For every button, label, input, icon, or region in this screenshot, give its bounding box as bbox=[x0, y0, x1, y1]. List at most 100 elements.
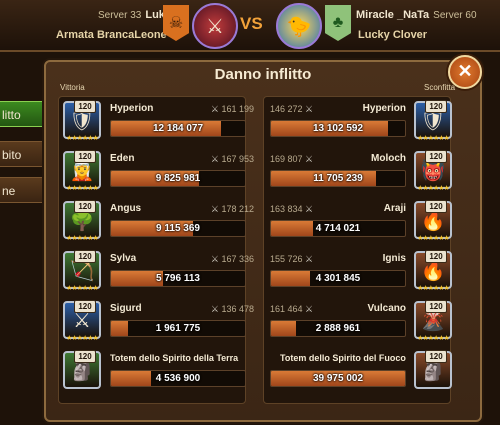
hero-power-value: 163 834 bbox=[270, 204, 303, 214]
fire-totem-portrait[interactable]: 🗿 120 bbox=[414, 350, 452, 389]
hero-name: Hyperion bbox=[110, 103, 154, 114]
angus-portrait[interactable]: 🌳 120 ★★★★★★ bbox=[63, 200, 101, 242]
sigurd-portrait[interactable]: ⚔ 120 ★★★★★★ bbox=[63, 300, 101, 342]
hyperion-portrait[interactable]: 🛡 120 ★★★★★★ bbox=[63, 100, 101, 142]
damage-value: 12 184 077 bbox=[152, 123, 204, 134]
right-player-line: Miracle _NaTa Server 60 bbox=[356, 9, 477, 21]
hero-row-right[interactable]: 146 272 ⚔ Hyperion 13 102 592 🛡 120 ★★★★… bbox=[268, 100, 453, 145]
hero-name: Moloch bbox=[371, 153, 406, 164]
crossed-swords-icon: ⚔ bbox=[302, 254, 314, 264]
level-badge: 120 bbox=[74, 350, 96, 363]
tab-third[interactable]: ne bbox=[0, 177, 44, 203]
totem-row-left[interactable]: 🗿 120 Totem dello Spirito della Terra 4 … bbox=[63, 350, 248, 395]
vulcano-portrait[interactable]: 🌋 120 ★★★★★★ bbox=[414, 300, 452, 342]
star-rating: ★★★★★★ bbox=[66, 335, 99, 342]
damage-bar: 11 705 239 bbox=[270, 170, 406, 187]
crossed-swords-icon: ⚔ bbox=[302, 154, 314, 164]
hyperion-portrait[interactable]: 🛡 120 ★★★★★★ bbox=[414, 100, 452, 142]
tab-damage-dealt-label: litto bbox=[2, 108, 21, 122]
damage-value: 9 115 369 bbox=[156, 223, 200, 234]
damage-bar: 13 102 592 bbox=[270, 120, 406, 137]
damage-bar: 9 825 981 bbox=[110, 170, 246, 187]
moloch-portrait[interactable]: 👹 120 ★★★★★★ bbox=[414, 150, 452, 192]
vs-label: VS bbox=[240, 14, 263, 33]
crossed-swords-icon: ⚔ bbox=[302, 104, 314, 114]
hero-row-right[interactable]: 161 464 ⚔ Vulcano 2 888 961 🌋 120 ★★★★★★ bbox=[268, 300, 453, 345]
hero-power: 161 464 ⚔ bbox=[270, 304, 313, 315]
star-rating: ★★★★★★ bbox=[66, 235, 99, 242]
hero-row-left[interactable]: 🧝 120 ★★★★★★ Eden ⚔ 167 953 9 825 981 bbox=[63, 150, 254, 195]
left-guild-name: Armata BrancaLeone bbox=[56, 29, 167, 41]
level-badge: 120 bbox=[425, 200, 447, 213]
earth-totem-portrait[interactable]: 🗿 120 bbox=[63, 350, 101, 389]
hero-power-value: 136 478 bbox=[221, 304, 254, 314]
damage-bar: 4 301 845 bbox=[270, 270, 406, 287]
hero-power: 155 726 ⚔ bbox=[270, 254, 313, 265]
hero-power: ⚔ 167 953 bbox=[211, 154, 254, 165]
hero-row-left[interactable]: 🛡 120 ★★★★★★ Hyperion ⚔ 161 199 12 184 0… bbox=[63, 100, 254, 145]
left-server: Server 33 bbox=[98, 10, 142, 21]
damage-bar: 1 961 775 bbox=[110, 320, 246, 337]
hero-name: Sylva bbox=[110, 253, 137, 264]
bird-avatar-icon: 🐤 bbox=[286, 15, 312, 38]
damage-value: 9 825 981 bbox=[155, 173, 201, 184]
hero-name: Eden bbox=[110, 153, 135, 164]
hero-row-right[interactable]: 155 726 ⚔ Ignis 4 301 845 🔥 120 ★★★★★★ bbox=[268, 250, 453, 295]
left-player-name: Luk bbox=[145, 9, 165, 21]
right-player-name: Miracle _NaTa bbox=[356, 9, 430, 21]
level-badge: 120 bbox=[74, 100, 96, 113]
hero-power-value: 178 212 bbox=[221, 204, 254, 214]
right-guild-banner: ♣ bbox=[325, 5, 351, 41]
hero-row-left[interactable]: ⚔ 120 ★★★★★★ Sigurd ⚔ 136 478 1 961 775 bbox=[63, 300, 254, 345]
skull-icon: ☠ bbox=[168, 15, 184, 32]
star-rating: ★★★★★★ bbox=[417, 235, 450, 242]
damage-bar: 39 975 002 bbox=[270, 370, 406, 387]
hero-power: ⚔ 161 199 bbox=[211, 104, 254, 115]
star-rating: ★★★★★★ bbox=[66, 135, 99, 142]
eden-portrait[interactable]: 🧝 120 ★★★★★★ bbox=[63, 150, 101, 192]
hero-power: 163 834 ⚔ bbox=[270, 204, 313, 215]
star-rating: ★★★★★★ bbox=[66, 185, 99, 192]
star-rating: ★★★★★★ bbox=[417, 135, 450, 142]
hero-row-left[interactable]: 🏹 120 ★★★★★★ Sylva ⚔ 167 336 5 796 113 bbox=[63, 250, 254, 295]
tab-third-label: ne bbox=[2, 184, 16, 198]
totem-row-right[interactable]: Totem dello Spirito del Fuoco 39 975 002… bbox=[268, 350, 453, 395]
crossed-swords-icon: ⚔ bbox=[302, 304, 314, 314]
damage-value: 13 102 592 bbox=[312, 123, 364, 134]
damage-bar: 4 714 021 bbox=[270, 220, 406, 237]
totem-name: Totem dello Spirito del Fuoco bbox=[280, 353, 406, 363]
hero-name: Vulcano bbox=[367, 303, 406, 314]
hero-power-value: 167 336 bbox=[221, 254, 254, 264]
right-player-avatar[interactable]: 🐤 bbox=[276, 3, 322, 49]
crossed-swords-icon: ⚔ bbox=[210, 204, 222, 214]
damage-bar: 4 536 900 bbox=[110, 370, 246, 387]
star-rating: ★★★★★★ bbox=[417, 185, 450, 192]
hero-row-right[interactable]: 169 807 ⚔ Moloch 11 705 239 👹 120 ★★★★★★ bbox=[268, 150, 453, 195]
hero-power-value: 155 726 bbox=[270, 254, 303, 264]
hero-power: ⚔ 136 478 bbox=[211, 304, 254, 315]
hero-power-value: 167 953 bbox=[221, 154, 254, 164]
panel-title: Danno inflitto bbox=[214, 66, 312, 83]
left-result-label: Vittoria bbox=[60, 83, 85, 92]
level-badge: 120 bbox=[425, 100, 447, 113]
level-badge: 120 bbox=[74, 300, 96, 313]
level-badge: 120 bbox=[425, 300, 447, 313]
totem-name: Totem dello Spirito della Terra bbox=[110, 353, 239, 363]
damage-bar: 2 888 961 bbox=[270, 320, 406, 337]
hero-row-right[interactable]: 163 834 ⚔ Araji 4 714 021 🔥 120 ★★★★★★ bbox=[268, 200, 453, 245]
sylva-portrait[interactable]: 🏹 120 ★★★★★★ bbox=[63, 250, 101, 292]
tab-damage-taken[interactable]: bito bbox=[0, 141, 44, 167]
hero-power: 169 807 ⚔ bbox=[270, 154, 313, 165]
araji-portrait[interactable]: 🔥 120 ★★★★★★ bbox=[414, 200, 452, 242]
damage-value: 4 301 845 bbox=[315, 273, 361, 284]
ignis-portrait[interactable]: 🔥 120 ★★★★★★ bbox=[414, 250, 452, 292]
right-guild-name: Lucky Clover bbox=[358, 29, 428, 41]
star-rating: ★★★★★★ bbox=[66, 285, 99, 292]
hero-row-left[interactable]: 🌳 120 ★★★★★★ Angus ⚔ 178 212 9 115 369 bbox=[63, 200, 254, 245]
left-player-avatar[interactable]: ⚔ bbox=[192, 3, 238, 49]
hero-power: 146 272 ⚔ bbox=[270, 104, 313, 115]
damage-value: 4 714 021 bbox=[315, 223, 361, 234]
level-badge: 120 bbox=[74, 250, 96, 263]
hero-power-value: 146 272 bbox=[270, 104, 303, 114]
hero-power-value: 161 199 bbox=[221, 104, 254, 114]
